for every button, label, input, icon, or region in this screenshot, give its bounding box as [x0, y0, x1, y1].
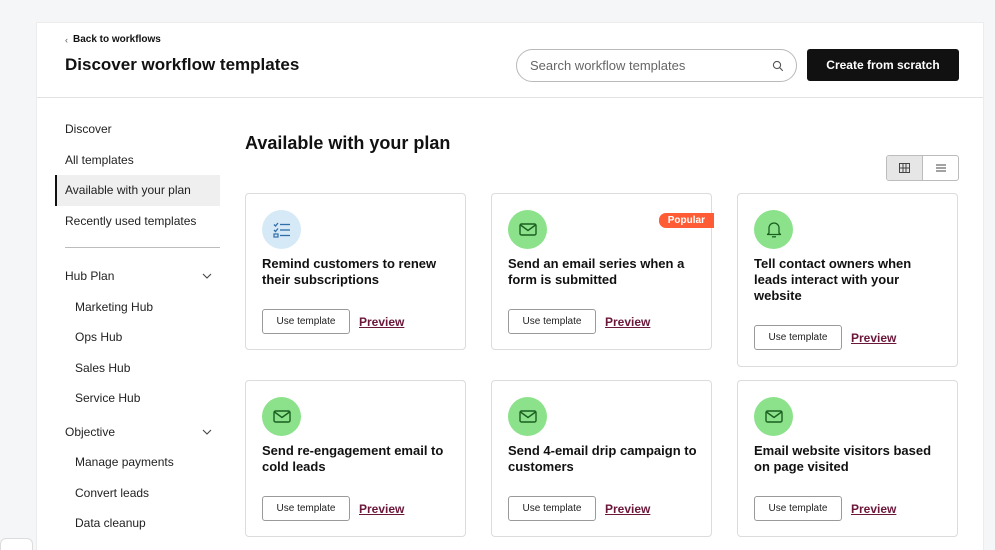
sidebar-item-manage-payments[interactable]: Manage payments [55, 447, 220, 478]
sidebar-item-marketing-hub[interactable]: Marketing Hub [55, 292, 220, 323]
template-title: Send re-engagement email to cold leads [262, 443, 444, 474]
back-to-workflows-link[interactable]: ‹ Back to workflows [65, 34, 161, 45]
template-title: Email website visitors based on page vis… [754, 443, 932, 474]
section-title: Available with your plan [245, 133, 451, 153]
sidebar: Discover All templates Available with yo… [55, 114, 220, 539]
template-title: Tell contact owners when leads interact … [754, 256, 912, 303]
sidebar-item-label: Convert leads [75, 485, 150, 500]
sidebar-item-label: Discover [65, 122, 112, 137]
card-actions: Use template Preview [754, 325, 896, 350]
email-icon [508, 210, 547, 249]
sidebar-item-ops-hub[interactable]: Ops Hub [55, 322, 220, 353]
workflow-templates-panel: ‹ Back to workflows Discover workflow te… [36, 22, 984, 550]
sidebar-group-label: Objective [65, 424, 116, 439]
use-template-button[interactable]: Use template [508, 309, 596, 334]
card-actions: Use template Preview [262, 309, 404, 334]
template-title: Remind customers to renew their subscrip… [262, 256, 437, 287]
sidebar-item-label: Marketing Hub [75, 299, 154, 314]
chevron-down-icon [202, 429, 212, 435]
search-input[interactable] [530, 58, 772, 73]
card-actions: Use template Preview [754, 496, 896, 521]
grid-view-button[interactable] [887, 156, 923, 180]
sidebar-divider [65, 247, 220, 248]
sidebar-item-discover[interactable]: Discover [55, 114, 220, 145]
sidebar-item-convert-leads[interactable]: Convert leads [55, 478, 220, 509]
sidebar-item-label: Ops Hub [75, 330, 123, 345]
sidebar-item-data-cleanup[interactable]: Data cleanup [55, 508, 220, 539]
list-view-button[interactable] [923, 156, 958, 180]
sidebar-item-label: Sales Hub [75, 360, 131, 375]
sidebar-item-label: Recently used templates [65, 213, 197, 228]
use-template-button[interactable]: Use template [262, 496, 350, 521]
page-title: Discover workflow templates [65, 55, 300, 74]
chevron-left-icon: ‹ [65, 34, 68, 45]
sidebar-item-recently-used[interactable]: Recently used templates [55, 206, 220, 237]
sidebar-group-objective[interactable]: Objective [55, 417, 220, 448]
sidebar-item-label: Available with your plan [65, 183, 191, 198]
card-actions: Use template Preview [508, 309, 650, 334]
use-template-button[interactable]: Use template [262, 309, 350, 334]
use-template-button[interactable]: Use template [508, 496, 596, 521]
template-card[interactable]: Send re-engagement email to cold leads U… [245, 380, 466, 537]
template-card[interactable]: Email website visitors based on page vis… [737, 380, 958, 537]
preview-link[interactable]: Preview [851, 331, 896, 345]
template-card[interactable]: Send 4-email drip campaign to customers … [491, 380, 712, 537]
sidebar-item-label: Service Hub [75, 391, 141, 406]
template-card[interactable]: Popular Send an email series when a form… [491, 193, 714, 350]
sidebar-item-sales-hub[interactable]: Sales Hub [55, 353, 220, 384]
use-template-button[interactable]: Use template [754, 496, 842, 521]
view-toggle [886, 155, 959, 181]
sidebar-item-label: Data cleanup [75, 516, 146, 531]
email-icon [508, 397, 547, 436]
preview-link[interactable]: Preview [605, 502, 650, 516]
sidebar-group-hub-plan[interactable]: Hub Plan [55, 261, 220, 292]
preview-link[interactable]: Preview [605, 315, 650, 329]
template-card[interactable]: Tell contact owners when leads interact … [737, 193, 958, 367]
bell-icon [754, 210, 793, 249]
card-actions: Use template Preview [508, 496, 650, 521]
sidebar-item-service-hub[interactable]: Service Hub [55, 383, 220, 414]
sidebar-item-all-templates[interactable]: All templates [55, 145, 220, 176]
sidebar-item-label: Manage payments [75, 455, 174, 470]
popular-badge: Popular [658, 213, 714, 228]
page-header: ‹ Back to workflows Discover workflow te… [37, 23, 983, 98]
sidebar-item-label: All templates [65, 152, 134, 167]
template-title: Send an email series when a form is subm… [508, 256, 685, 287]
search-icon[interactable] [772, 60, 784, 72]
grid-icon [899, 163, 910, 173]
email-icon [262, 397, 301, 436]
preview-link[interactable]: Preview [851, 502, 896, 516]
search-box[interactable] [516, 49, 797, 82]
create-from-scratch-button[interactable]: Create from scratch [807, 49, 959, 81]
sidebar-group-label: Hub Plan [65, 269, 115, 284]
preview-link[interactable]: Preview [359, 502, 404, 516]
template-card[interactable]: Remind customers to renew their subscrip… [245, 193, 466, 350]
list-icon [935, 164, 946, 172]
template-title: Send 4-email drip campaign to customers [508, 443, 697, 474]
back-link-label: Back to workflows [73, 34, 161, 45]
preview-link[interactable]: Preview [359, 315, 404, 329]
email-icon [754, 397, 793, 436]
card-actions: Use template Preview [262, 496, 404, 521]
chevron-down-icon [202, 273, 212, 280]
use-template-button[interactable]: Use template [754, 325, 842, 350]
sidebar-item-available-with-plan[interactable]: Available with your plan [55, 175, 220, 206]
checklist-icon [262, 210, 301, 249]
bottom-corner-tab [0, 538, 33, 550]
